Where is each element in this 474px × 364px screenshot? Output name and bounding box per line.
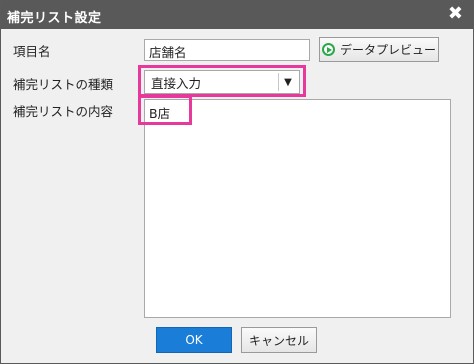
list-content-textarea[interactable]: B店 xyxy=(144,99,451,318)
list-content-label: 補完リストの内容 xyxy=(13,104,114,119)
item-name-input[interactable]: 店舗名 xyxy=(144,39,310,61)
dialog-title: 補完リスト設定 xyxy=(7,11,102,26)
ok-button[interactable]: OK xyxy=(156,327,232,353)
list-content-highlight xyxy=(138,95,192,125)
completion-list-settings-dialog: 補完リスト設定 ✖ 項目名 店舗名 データプレビュー 補完リストの種類 直接入力… xyxy=(0,0,474,364)
data-preview-label: データプレビュー xyxy=(339,43,436,57)
close-icon[interactable]: ✖ xyxy=(448,4,463,24)
list-type-label: 補完リストの種類 xyxy=(13,77,114,92)
play-icon xyxy=(321,43,335,56)
list-type-highlight xyxy=(138,65,306,97)
title-bar[interactable]: 補完リスト設定 ✖ xyxy=(1,1,473,29)
data-preview-button[interactable]: データプレビュー xyxy=(319,37,439,62)
cancel-button[interactable]: キャンセル xyxy=(241,327,317,353)
item-name-label: 項目名 xyxy=(13,44,51,59)
